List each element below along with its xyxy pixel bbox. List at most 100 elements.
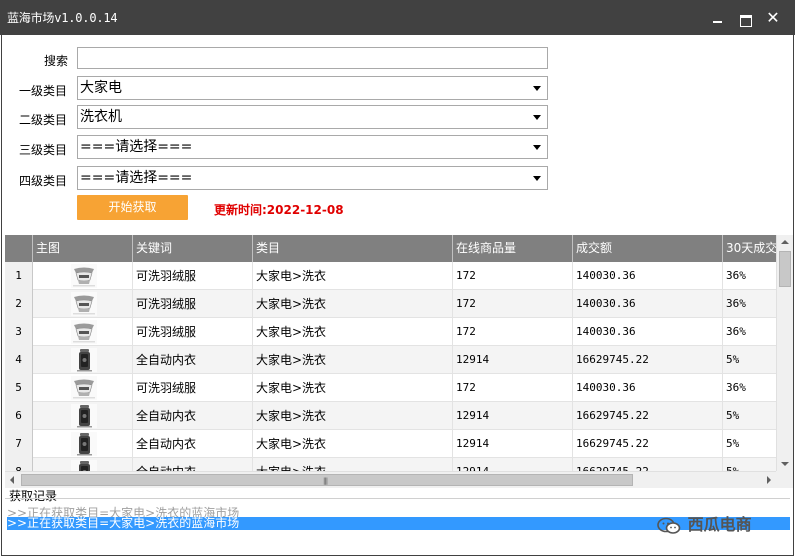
category-cell[interactable]: 大家电>洗衣 xyxy=(253,430,453,458)
row-number[interactable]: 5 xyxy=(5,374,33,402)
category-cell[interactable]: 大家电>洗衣 xyxy=(253,318,453,346)
keyword-cell[interactable]: 可洗羽绒服 xyxy=(133,262,253,290)
search-input[interactable] xyxy=(77,47,548,69)
category-cell[interactable]: 大家电>洗衣 xyxy=(253,290,453,318)
row-number[interactable]: 7 xyxy=(5,430,33,458)
column-header-30day[interactable]: 30天成交 xyxy=(723,235,776,262)
image-cell[interactable] xyxy=(33,374,133,402)
row-number[interactable]: 1 xyxy=(5,262,33,290)
down-jacket-thumb xyxy=(71,376,97,400)
image-cell[interactable] xyxy=(33,402,133,430)
keyword-cell[interactable]: 全自动内衣 xyxy=(133,430,253,458)
category-cell[interactable]: 大家电>洗衣 xyxy=(253,346,453,374)
level2-select[interactable]: 洗衣机 xyxy=(77,105,548,129)
level1-label: 一级类目 xyxy=(19,84,68,98)
turnover-cell[interactable]: 140030.36 xyxy=(573,374,723,402)
category-cell[interactable]: 大家电>洗衣 xyxy=(253,374,453,402)
underwear-washer-thumb xyxy=(71,348,97,372)
turnover-cell[interactable]: 16629745.22 xyxy=(573,346,723,374)
category-cell[interactable]: 大家电>洗衣 xyxy=(253,402,453,430)
start-fetch-button[interactable]: 开始获取 xyxy=(77,195,188,220)
image-cell[interactable] xyxy=(33,262,133,290)
online-count-cell[interactable]: 12914 xyxy=(453,346,573,374)
online-count-cell[interactable]: 12914 xyxy=(453,430,573,458)
column-header-category[interactable]: 类目 xyxy=(253,235,453,262)
rate-cell[interactable]: 36% xyxy=(723,374,776,402)
table-row[interactable]: 3 可洗羽绒服 大家电>洗衣 172 140030.36 36% xyxy=(5,318,776,346)
category-cell[interactable]: 大家电>洗衣 xyxy=(253,458,453,471)
online-count-cell[interactable]: 172 xyxy=(453,374,573,402)
down-jacket-thumb xyxy=(71,292,97,316)
keyword-cell[interactable]: 可洗羽绒服 xyxy=(133,290,253,318)
table-row[interactable]: 1 可洗羽绒服 大家电>洗衣 172 140030.36 36% xyxy=(5,262,776,290)
table-row[interactable]: 8 全自动内衣大家电>洗衣1291416629745.225% xyxy=(5,458,776,471)
window-title: 蓝海市场v1.0.0.14 xyxy=(7,11,118,25)
scroll-right-icon[interactable] xyxy=(767,476,771,484)
table-row[interactable]: 5 可洗羽绒服 大家电>洗衣 172 140030.36 36% xyxy=(5,374,776,402)
image-cell[interactable] xyxy=(33,430,133,458)
turnover-cell[interactable]: 140030.36 xyxy=(573,262,723,290)
rate-cell[interactable]: 36% xyxy=(723,290,776,318)
row-number[interactable]: 4 xyxy=(5,346,33,374)
column-header-online[interactable]: 在线商品量 xyxy=(453,235,573,262)
keyword-cell[interactable]: 全自动内衣 xyxy=(133,402,253,430)
level1-select[interactable]: 大家电 xyxy=(77,76,548,100)
keyword-cell[interactable]: 可洗羽绒服 xyxy=(133,374,253,402)
rate-cell[interactable]: 5% xyxy=(723,458,776,471)
vertical-scroll-thumb[interactable] xyxy=(779,251,791,287)
image-cell[interactable] xyxy=(33,290,133,318)
level3-select[interactable]: ===请选择=== xyxy=(77,135,548,159)
scroll-left-icon[interactable] xyxy=(10,476,14,484)
keyword-cell[interactable]: 可洗羽绒服 xyxy=(133,318,253,346)
turnover-cell[interactable]: 16629745.22 xyxy=(573,430,723,458)
turnover-cell[interactable]: 16629745.22 xyxy=(573,402,723,430)
watermark: 西瓜电商 xyxy=(656,511,752,535)
close-button[interactable]: ✕ xyxy=(765,9,781,27)
row-number[interactable]: 6 xyxy=(5,402,33,430)
level1-value: 大家电 xyxy=(80,80,122,96)
rate-cell[interactable]: 5% xyxy=(723,430,776,458)
column-header-keyword[interactable]: 关键词 xyxy=(133,235,253,262)
chevron-down-icon xyxy=(533,176,541,181)
online-count-cell[interactable]: 12914 xyxy=(453,458,573,471)
keyword-cell[interactable]: 全自动内衣 xyxy=(133,346,253,374)
rate-cell[interactable]: 36% xyxy=(723,318,776,346)
horizontal-scrollbar[interactable]: ||| xyxy=(5,471,776,488)
row-number[interactable]: 3 xyxy=(5,318,33,346)
row-number[interactable]: 2 xyxy=(5,290,33,318)
turnover-cell[interactable]: 140030.36 xyxy=(573,318,723,346)
online-count-cell[interactable]: 172 xyxy=(453,290,573,318)
keyword-cell[interactable]: 全自动内衣 xyxy=(133,458,253,471)
turnover-cell[interactable]: 140030.36 xyxy=(573,290,723,318)
level4-select[interactable]: ===请选择=== xyxy=(77,166,548,190)
rate-cell[interactable]: 5% xyxy=(723,346,776,374)
column-header-image[interactable]: 主图 xyxy=(33,235,133,262)
search-label: 搜索 xyxy=(44,54,69,68)
online-count-cell[interactable]: 172 xyxy=(453,262,573,290)
table-row[interactable]: 2 可洗羽绒服 大家电>洗衣 172 140030.36 36% xyxy=(5,290,776,318)
row-number[interactable]: 8 xyxy=(5,458,33,471)
horizontal-scroll-thumb[interactable]: ||| xyxy=(21,474,633,486)
table-row[interactable]: 7 全自动内衣 大家电>洗衣 12914 16629745.22 5% xyxy=(5,430,776,458)
rate-cell[interactable]: 5% xyxy=(723,402,776,430)
category-cell[interactable]: 大家电>洗衣 xyxy=(253,262,453,290)
image-cell[interactable] xyxy=(33,346,133,374)
level2-label: 二级类目 xyxy=(19,113,68,127)
results-grid[interactable]: 主图 关键词 类目 在线商品量 成交额 30天成交 1 可洗羽绒服 大家电>洗衣 17… xyxy=(5,235,776,471)
vertical-scrollbar[interactable] xyxy=(776,235,793,471)
maximize-button[interactable] xyxy=(737,9,753,27)
turnover-cell[interactable]: 16629745.22 xyxy=(573,458,723,471)
table-row[interactable]: 6 全自动内衣 大家电>洗衣 12914 16629745.22 5% xyxy=(5,402,776,430)
image-cell[interactable] xyxy=(33,458,133,471)
online-count-cell[interactable]: 12914 xyxy=(453,402,573,430)
level3-value: ===请选择=== xyxy=(80,139,193,155)
column-header-turnover[interactable]: 成交额 xyxy=(573,235,723,262)
table-row[interactable]: 4 全自动内衣 大家电>洗衣 12914 16629745.22 5% xyxy=(5,346,776,374)
scroll-down-icon[interactable] xyxy=(781,462,789,466)
scroll-up-icon[interactable] xyxy=(781,240,789,244)
minimize-button[interactable] xyxy=(709,9,725,27)
online-count-cell[interactable]: 172 xyxy=(453,318,573,346)
rate-cell[interactable]: 36% xyxy=(723,262,776,290)
chevron-down-icon xyxy=(533,86,541,91)
image-cell[interactable] xyxy=(33,318,133,346)
